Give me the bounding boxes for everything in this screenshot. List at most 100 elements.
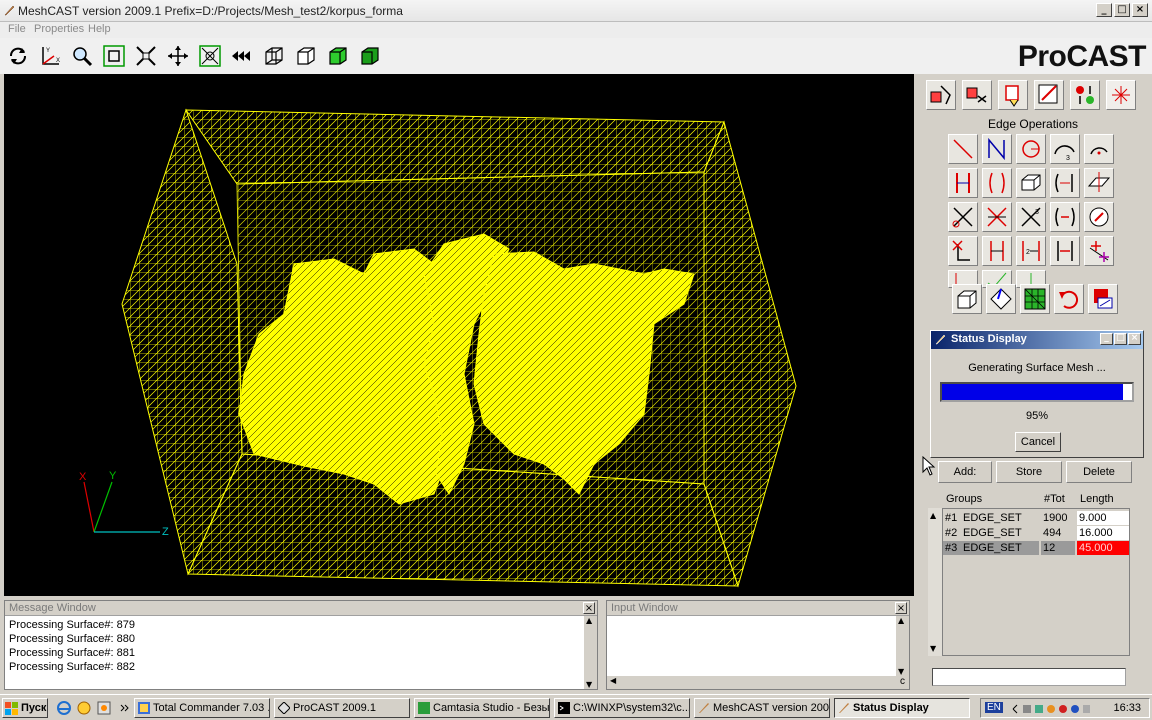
scroll-up-icon[interactable]: ▲ <box>930 511 936 520</box>
task-meshcast[interactable]: MeshCAST version 200... <box>694 698 830 718</box>
input-scrollbar[interactable]: ▲ ▼ <box>896 616 909 676</box>
svg-text:3: 3 <box>1035 209 1039 216</box>
status-message: Generating Surface Mesh ... <box>968 362 1106 374</box>
tray-icons[interactable] <box>1011 702 1091 716</box>
edge-polyline-icon[interactable] <box>982 134 1012 164</box>
edge-circle-icon[interactable] <box>1016 134 1046 164</box>
task-camtasia[interactable]: Camtasia Studio - Безы... <box>414 698 550 718</box>
mesh-box-top-face <box>185 109 725 185</box>
scroll-up-icon[interactable]: ▲ <box>896 616 909 625</box>
task-cmd[interactable]: C:\WINXP\system32\c... <box>554 698 690 718</box>
scroll-down-icon[interactable]: ▼ <box>584 680 592 689</box>
hidden-box-icon[interactable] <box>292 42 320 70</box>
maximize-button[interactable]: □ <box>1114 3 1130 17</box>
status-maximize-button[interactable]: □ <box>1114 333 1127 345</box>
edge-compass-icon[interactable] <box>1084 202 1114 232</box>
status-display-title: Status Display <box>951 333 1027 345</box>
edge-cut-icon[interactable] <box>948 202 978 232</box>
table-row[interactable]: #2 EDGE_SET 494 16.000 <box>943 526 1129 540</box>
scroll-left-icon[interactable]: ◀ <box>610 676 616 685</box>
edge-join-icon[interactable] <box>1050 168 1080 198</box>
store-button[interactable]: Store <box>996 461 1062 483</box>
message-line: Processing Surface#: 881 <box>9 647 135 659</box>
edge-plane-icon[interactable] <box>1084 168 1114 198</box>
edge-remove-icon[interactable] <box>948 236 978 266</box>
task-total-commander[interactable]: Total Commander 7.03 ... <box>134 698 270 718</box>
zoom-icon[interactable] <box>68 42 96 70</box>
groups-scrollbar[interactable]: ▲ ▼ <box>928 508 942 656</box>
language-indicator[interactable]: EN <box>985 702 1003 713</box>
edge-divide-icon[interactable] <box>982 236 1012 266</box>
check-mode-icon[interactable] <box>1070 80 1100 110</box>
input-window-close-button[interactable]: × <box>895 602 907 614</box>
scroll-down-icon[interactable]: ▼ <box>930 644 936 653</box>
message-scrollbar[interactable]: ▲ ▼ <box>584 616 597 689</box>
geometry-mode-icon[interactable] <box>1106 80 1136 110</box>
edge-arc3-icon[interactable]: 3 <box>1050 134 1080 164</box>
start-button[interactable]: Пуск <box>2 698 48 718</box>
axes-triad: X Y Z <box>79 470 169 538</box>
green-solid-box-icon[interactable] <box>356 42 384 70</box>
right-panel-input[interactable] <box>932 668 1126 686</box>
edge-delete-icon[interactable] <box>982 202 1012 232</box>
delete-button[interactable]: Delete <box>1066 461 1132 483</box>
table-row[interactable]: #1 EDGE_SET 1900 9.000 <box>943 511 1129 525</box>
surface-op-cube-icon[interactable] <box>952 284 982 314</box>
wire-box-icon[interactable] <box>260 42 288 70</box>
status-close-button[interactable]: × <box>1128 333 1141 345</box>
table-row-selected[interactable]: #3 EDGE_SET 12 45.000 <box>943 541 1129 555</box>
message-window-title: Message Window <box>5 601 597 616</box>
status-display-titlebar: Status Display _ □ × <box>931 331 1143 349</box>
axis-x-label: X <box>79 471 87 483</box>
edit-mode-icon[interactable] <box>1034 80 1064 110</box>
menu-file[interactable]: File <box>8 23 26 35</box>
undo-icon[interactable] <box>1054 284 1084 314</box>
media-player-icon[interactable] <box>96 700 112 716</box>
edge-merge-icon[interactable] <box>1050 202 1080 232</box>
edge-points-icon[interactable] <box>1084 236 1114 266</box>
edge-split-icon[interactable] <box>948 168 978 198</box>
scroll-down-icon[interactable]: ▼ <box>896 667 904 676</box>
save-icon[interactable] <box>1088 284 1118 314</box>
menu-help[interactable]: Help <box>88 23 111 35</box>
status-minimize-button[interactable]: _ <box>1100 333 1113 345</box>
quicklaunch-more-icon[interactable] <box>116 700 132 716</box>
scale-icon[interactable] <box>132 42 160 70</box>
menu-properties[interactable]: Properties <box>34 23 84 35</box>
pan-icon[interactable] <box>164 42 192 70</box>
axes-icon[interactable]: YX <box>36 42 64 70</box>
surface-op-diamond-icon[interactable] <box>986 284 1016 314</box>
edge-box-icon[interactable] <box>1016 168 1046 198</box>
add-button[interactable]: Add: <box>938 461 992 483</box>
surface-op-grid-icon[interactable] <box>1020 284 1050 314</box>
outlook-icon[interactable] <box>76 700 92 716</box>
taskbar: Пуск Total Commander 7.03 ... ProCAST 20… <box>0 694 1152 720</box>
green-box-icon[interactable] <box>324 42 352 70</box>
edge-divide-n-icon[interactable]: 2 <box>1016 236 1046 266</box>
mesh-mode-icon[interactable] <box>926 80 956 110</box>
edge-cut3-icon[interactable]: 3 <box>1016 202 1046 232</box>
progress-fill <box>942 384 1123 400</box>
edge-arc-icon[interactable] <box>1084 134 1114 164</box>
message-window-close-button[interactable]: × <box>583 602 595 614</box>
surface-mode-icon[interactable] <box>962 80 992 110</box>
fit-icon[interactable] <box>100 42 128 70</box>
scroll-up-icon[interactable]: ▲ <box>584 616 597 625</box>
groups-list: #1 EDGE_SET 1900 9.000 #2 EDGE_SET 494 1… <box>942 508 1130 656</box>
task-status-display[interactable]: Status Display <box>834 698 970 718</box>
minimize-button[interactable]: _ <box>1096 3 1112 17</box>
graphics-viewport[interactable]: X Y Z <box>4 74 914 596</box>
edge-extend-icon[interactable] <box>1050 236 1080 266</box>
edge-line-icon[interactable] <box>948 134 978 164</box>
message-line: Processing Surface#: 880 <box>9 633 135 645</box>
cancel-button[interactable]: Cancel <box>1015 432 1061 452</box>
rotate-icon[interactable] <box>4 42 32 70</box>
close-button[interactable]: × <box>1132 3 1148 17</box>
input-hscrollbar[interactable]: ◀ c <box>607 676 909 689</box>
edge-curve-icon[interactable] <box>982 168 1012 198</box>
task-procast[interactable]: ProCAST 2009.1 <box>274 698 410 718</box>
ie-icon[interactable] <box>56 700 72 716</box>
tet-mode-icon[interactable] <box>998 80 1028 110</box>
pick-icon[interactable] <box>196 42 224 70</box>
rewind-icon[interactable] <box>228 42 256 70</box>
